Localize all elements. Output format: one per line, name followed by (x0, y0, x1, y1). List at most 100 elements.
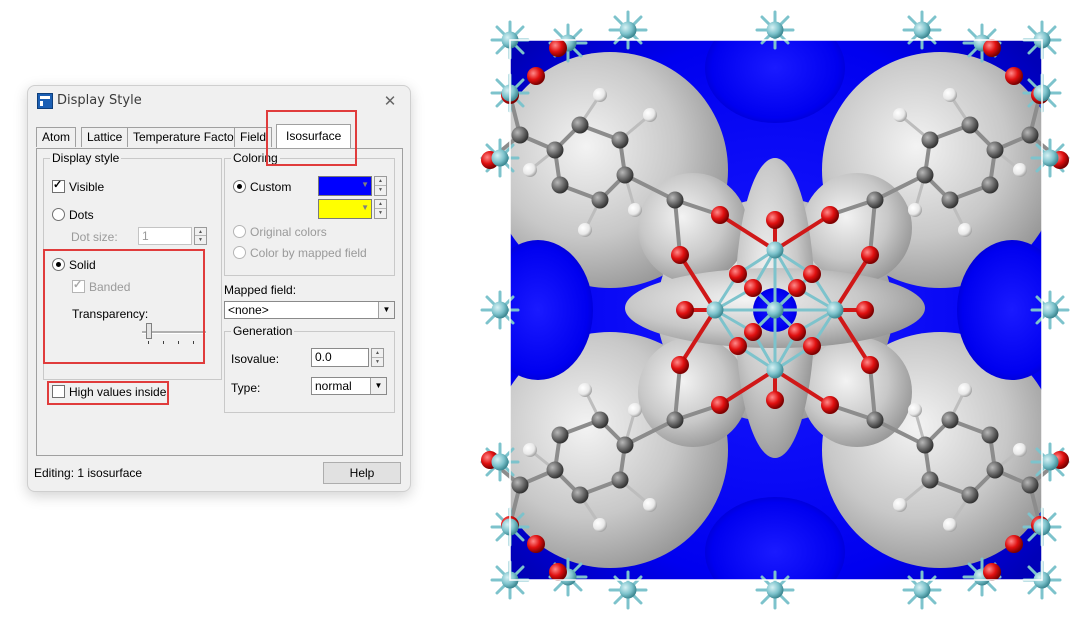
oxygen-atom (711, 206, 729, 224)
carbon-atom (571, 116, 589, 134)
isovalue-spinner[interactable]: ▲ ▼ (371, 348, 384, 367)
dot-size-spinner[interactable]: ▲ ▼ (194, 227, 207, 245)
metal-atom (491, 149, 509, 167)
close-icon[interactable]: ✕ (378, 90, 402, 112)
carbon-atom (866, 411, 884, 429)
carbon-atom (866, 191, 884, 209)
mapped-field-select[interactable]: <none> ▼ (224, 301, 395, 319)
isosurface-render (480, 10, 1070, 610)
primary-color-spinner[interactable]: ▲ ▼ (374, 176, 387, 196)
hydrogen-atom (593, 88, 607, 102)
hydrogen-atom (578, 383, 592, 397)
banded-label: Banded (89, 280, 131, 294)
generation-group: Generation Isovalue: 0.0 ▲ ▼ Type: normal… (224, 324, 395, 413)
metal-atom (1041, 301, 1059, 319)
metal-atom (766, 241, 784, 259)
hydrogen-atom (1013, 443, 1027, 457)
molecular-structure-viewer[interactable] (478, 8, 1072, 612)
carbon-atom (916, 166, 934, 184)
metal-atom (913, 21, 931, 39)
oxygen-atom (766, 211, 784, 229)
type-label: Type: (231, 381, 261, 395)
dots-label: Dots (69, 208, 94, 222)
oxygen-atom (671, 356, 689, 374)
oxygen-atom (856, 301, 874, 319)
hydrogen-atom (578, 223, 592, 237)
oxygen-atom (1005, 535, 1023, 553)
status-text: Editing: 1 isosurface (34, 466, 143, 480)
hydrogen-atom (893, 498, 907, 512)
carbon-atom (961, 486, 979, 504)
oxygen-atom (744, 323, 762, 341)
oxygen-atom (803, 337, 821, 355)
metal-atom (766, 21, 784, 39)
carbon-atom (986, 461, 1004, 479)
tab-isosurface[interactable]: Isosurface (276, 124, 352, 148)
oxygen-atom (527, 67, 545, 85)
metal-atom (1041, 149, 1059, 167)
high-values-inside-label: High values inside (69, 385, 167, 399)
oxygen-atom (788, 279, 806, 297)
secondary-color-dropdown-icon[interactable]: ▼ (361, 203, 369, 212)
secondary-color-swatch[interactable]: ▼ (318, 199, 372, 219)
banded-checkbox[interactable] (72, 278, 85, 293)
generation-legend: Generation (231, 324, 295, 338)
tab-atom[interactable]: Atom (36, 127, 77, 147)
primary-color-dropdown-icon[interactable]: ▼ (361, 180, 369, 189)
isovalue-label: Isovalue: (231, 352, 280, 366)
carbon-atom (1021, 126, 1039, 144)
oxygen-atom (803, 265, 821, 283)
hydrogen-atom (628, 403, 642, 417)
carbon-atom (981, 176, 999, 194)
custom-color-radio[interactable] (233, 180, 246, 193)
carbon-atom (941, 411, 959, 429)
original-colors-label: Original colors (250, 225, 327, 239)
transparency-label: Transparency: (72, 307, 149, 321)
visible-checkbox[interactable] (52, 178, 65, 193)
custom-color-label: Custom (250, 180, 292, 194)
hydrogen-atom (643, 108, 657, 122)
isovalue-field[interactable]: 0.0 (311, 348, 369, 367)
oxygen-atom (729, 337, 747, 355)
dialog-titlebar[interactable]: Display Style ✕ (28, 86, 410, 118)
original-colors-radio[interactable] (233, 225, 246, 238)
visible-label: Visible (69, 180, 105, 194)
metal-atom (1041, 453, 1059, 471)
carbon-atom (666, 411, 684, 429)
hydrogen-atom (628, 203, 642, 217)
carbon-atom (981, 426, 999, 444)
tab-lattice[interactable]: Lattice (81, 127, 129, 147)
hydrogen-atom (943, 518, 957, 532)
tab-field[interactable]: Field (234, 127, 273, 147)
dots-radio[interactable] (52, 208, 65, 221)
type-value: normal (315, 379, 352, 393)
oxygen-atom (549, 563, 567, 581)
hydrogen-atom (893, 108, 907, 122)
oxygen-atom (821, 206, 839, 224)
oxygen-atom (671, 246, 689, 264)
carbon-atom (616, 436, 634, 454)
oxygen-atom (821, 396, 839, 414)
high-values-inside-checkbox[interactable] (52, 385, 65, 398)
type-dropdown-icon[interactable]: ▼ (370, 378, 386, 394)
tab-temperature-factor[interactable]: Temperature Factor (127, 127, 244, 147)
hydrogen-atom (643, 498, 657, 512)
secondary-color-spinner[interactable]: ▲ ▼ (374, 199, 387, 219)
transparency-slider[interactable] (142, 323, 208, 345)
mapped-field-dropdown-icon[interactable]: ▼ (378, 302, 394, 318)
help-button[interactable]: Help (323, 462, 401, 484)
type-select[interactable]: normal ▼ (311, 377, 387, 395)
carbon-atom (546, 461, 564, 479)
dot-size-field[interactable]: 1 (138, 227, 192, 245)
color-by-mapped-field-radio[interactable] (233, 246, 246, 259)
transparency-slider-thumb[interactable] (146, 323, 152, 339)
primary-color-swatch[interactable]: ▼ (318, 176, 372, 196)
oxygen-atom (676, 301, 694, 319)
metal-atom (913, 581, 931, 599)
display-style-dialog: Display Style ✕ Atom Lattice Temperature… (27, 85, 411, 492)
oxygen-atom (1005, 67, 1023, 85)
hydrogen-atom (523, 443, 537, 457)
solid-radio[interactable] (52, 258, 65, 271)
oxygen-atom (711, 396, 729, 414)
oxygen-atom (983, 563, 1001, 581)
